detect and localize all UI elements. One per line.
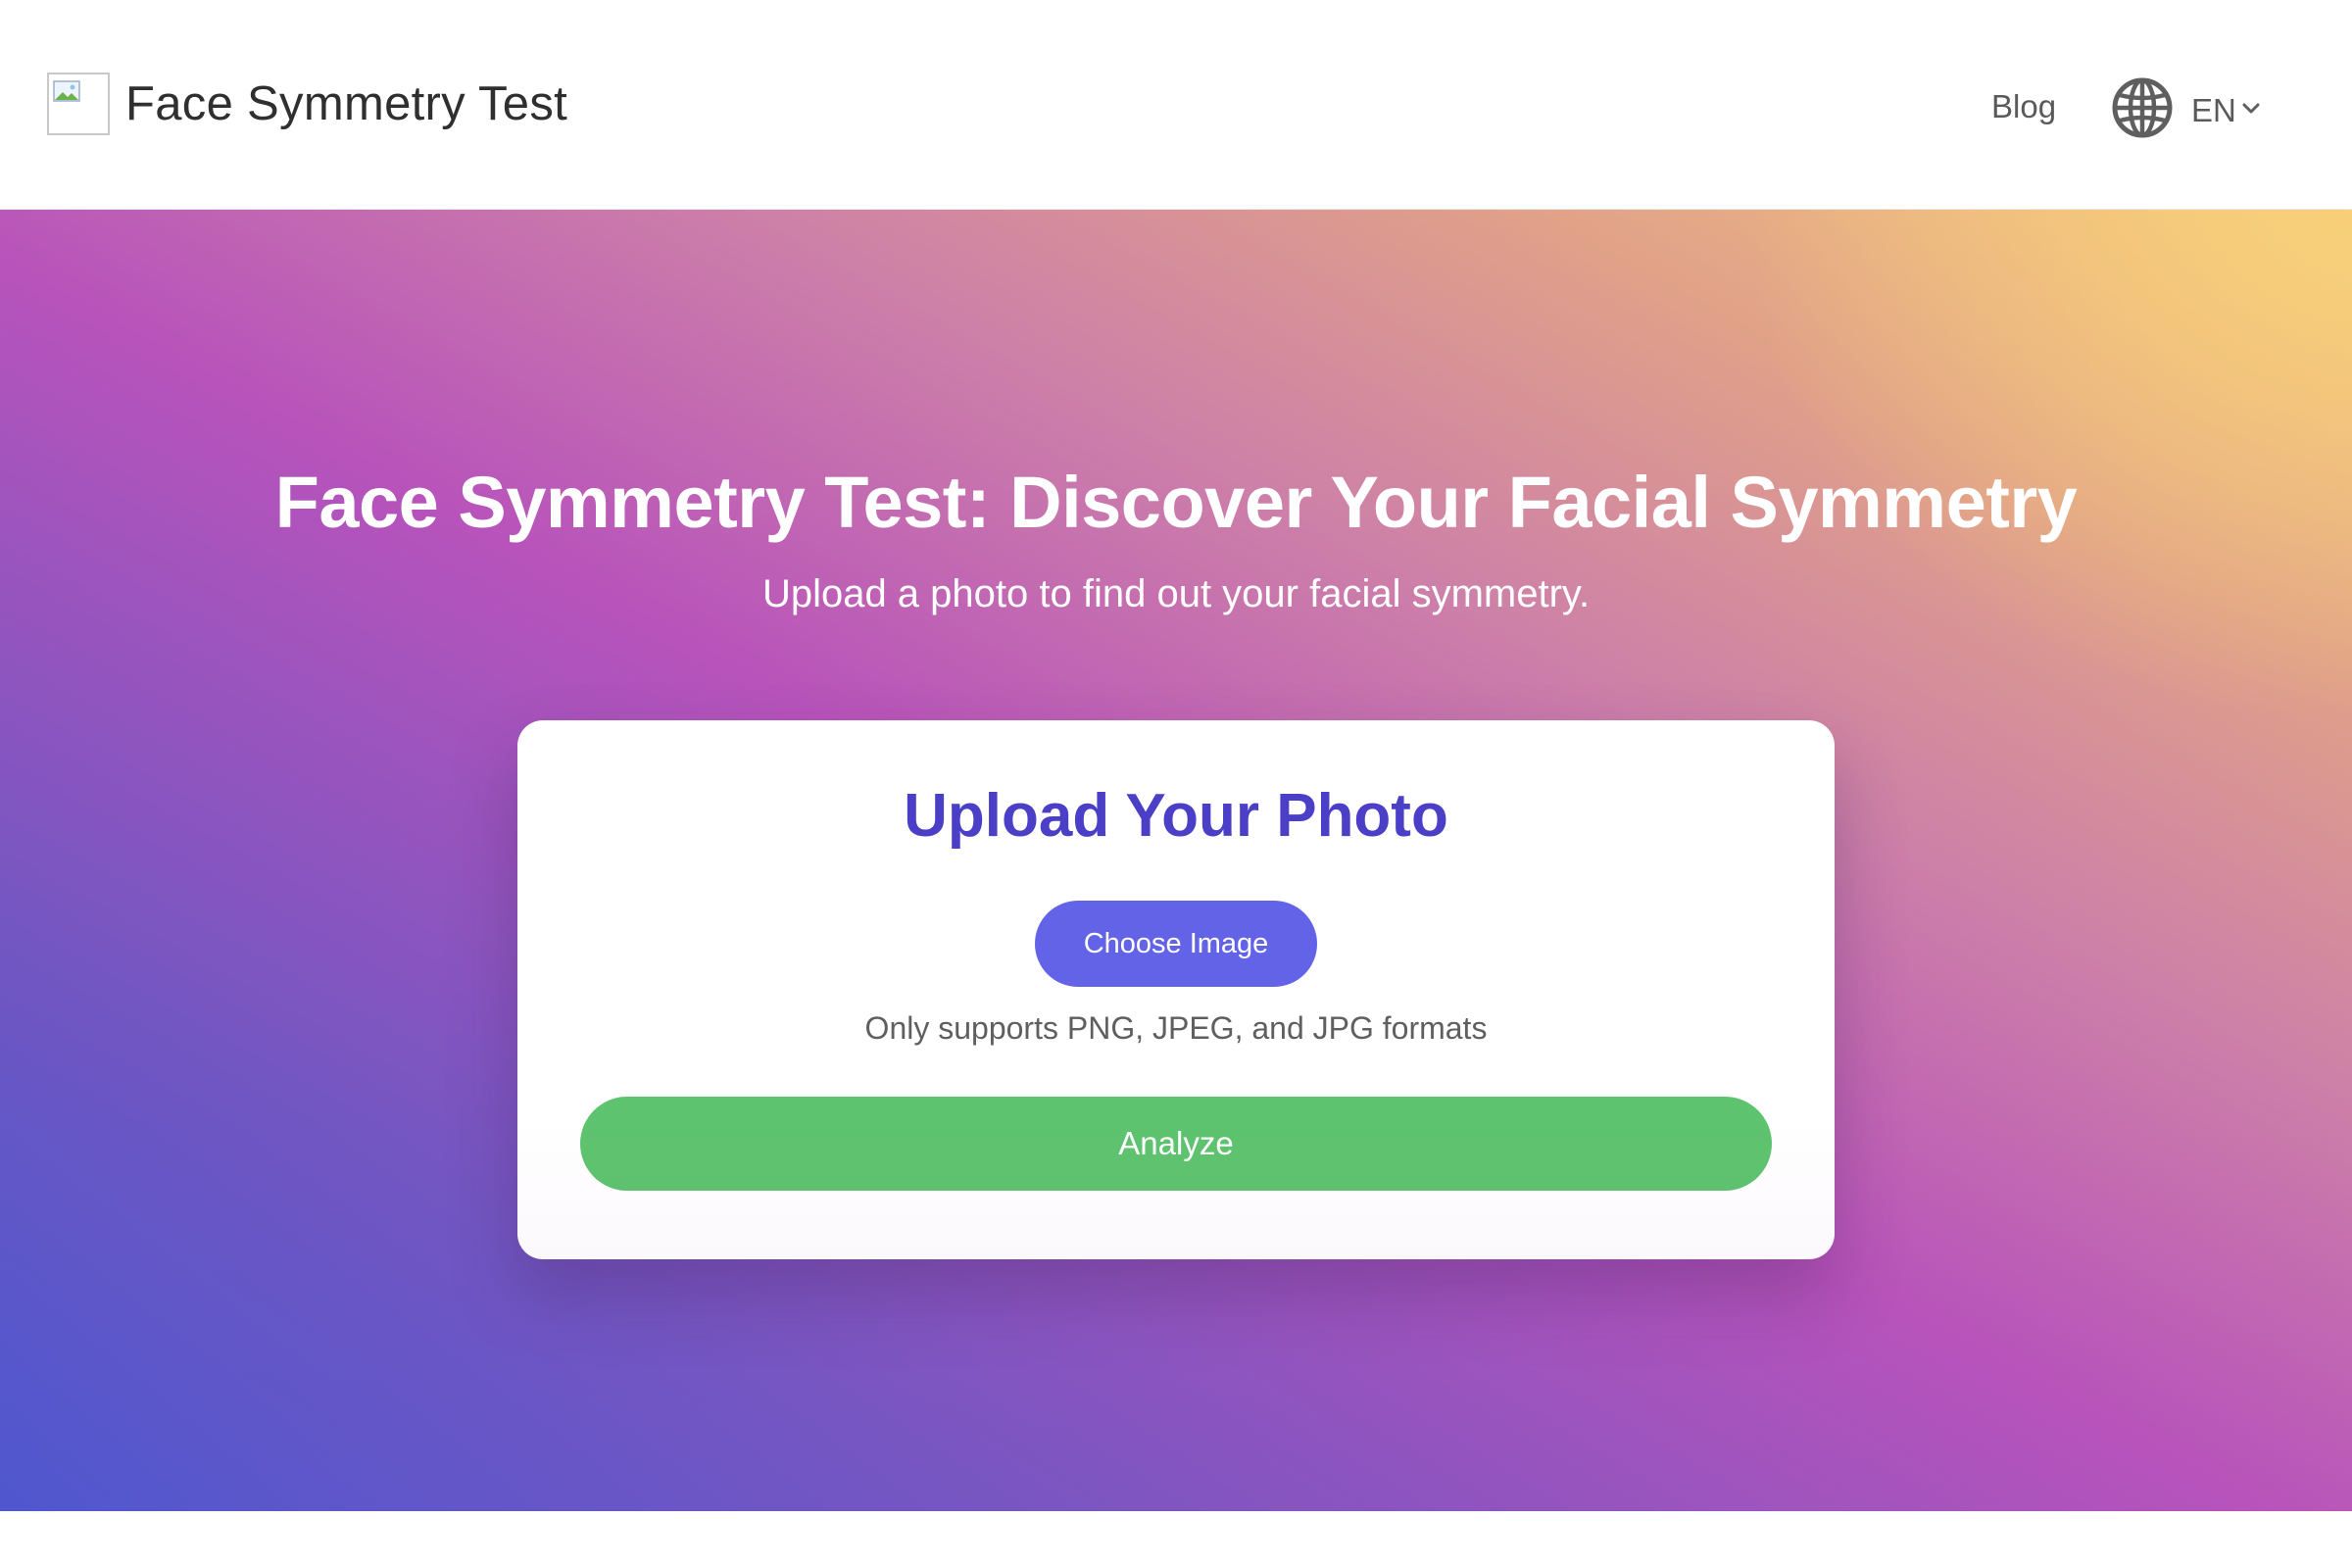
brand-title[interactable]: Face Symmetry Test <box>125 76 567 131</box>
choose-image-button[interactable]: Choose Image <box>1035 901 1317 987</box>
chevron-down-icon <box>2242 102 2260 120</box>
hero-subtitle: Upload a photo to find out your facial s… <box>761 572 1591 615</box>
supported-formats-note: Only supports PNG, JPEG, and JPG formats <box>864 1010 1488 1046</box>
language-current: EN <box>2191 91 2236 128</box>
hero-section: Face Symmetry Test: Discover Your Facial… <box>0 210 2352 1511</box>
broken-image-glyph <box>53 80 80 102</box>
globe-icon <box>2111 76 2174 144</box>
broken-image-icon[interactable] <box>47 73 110 135</box>
analyze-button[interactable]: Analyze <box>580 1097 1772 1191</box>
language-selector[interactable]: EN <box>2111 76 2260 144</box>
brand[interactable]: Face Symmetry Test <box>47 73 567 135</box>
site-header: Face Symmetry Test Blog EN <box>0 0 2352 210</box>
upload-card: Upload Your Photo Choose Image Only supp… <box>517 720 1835 1259</box>
upload-card-title: Upload Your Photo <box>904 782 1448 850</box>
nav-link-blog[interactable]: Blog <box>1991 88 2056 125</box>
hero-title: Face Symmetry Test: Discover Your Facial… <box>274 462 2078 543</box>
